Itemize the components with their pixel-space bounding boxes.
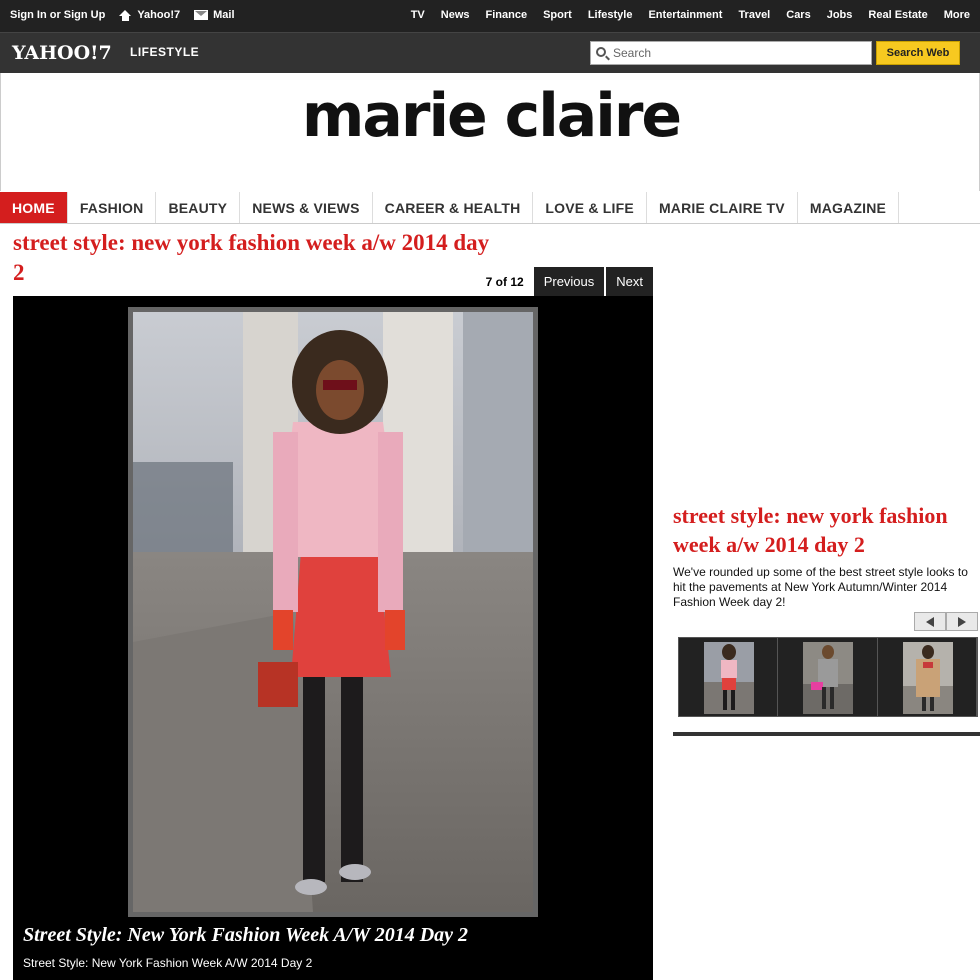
thumbnail[interactable] (778, 638, 878, 716)
caption-subtitle: Street Style: New York Fashion Week A/W … (23, 956, 313, 970)
search-icon (596, 47, 606, 57)
mail-link[interactable]: Mail (194, 9, 235, 21)
thumbnail[interactable] (679, 638, 779, 716)
nav-magazine[interactable]: MAGAZINE (798, 192, 900, 223)
sidebar-gallery-title[interactable]: street style: new york fashion week a/w … (673, 501, 978, 559)
sign-in-link[interactable]: Sign In or Sign Up (10, 9, 105, 21)
thumb-carousel-controls (914, 612, 978, 631)
gallery-title: street style: new york fashion week a/w … (13, 230, 490, 285)
site-logo[interactable]: marie claire (1, 81, 980, 151)
topnav-cars[interactable]: Cars (786, 9, 810, 21)
search-field[interactable] (590, 41, 872, 65)
topnav-more[interactable]: More (944, 9, 970, 21)
main-nav: HOME FASHION BEAUTY NEWS & VIEWS CAREER … (0, 192, 980, 224)
topnav-real-estate[interactable]: Real Estate (868, 9, 927, 21)
sidebar-divider (673, 732, 980, 736)
street-style-photo (133, 312, 533, 912)
nav-news-views[interactable]: NEWS & VIEWS (240, 192, 373, 223)
thumbnail-image (704, 642, 754, 714)
slide-counter: 7 of 12 (485, 274, 524, 289)
yahoo-header: YAHOO!7 LIFESTYLE Search Web (0, 32, 980, 73)
search-web-button[interactable]: Search Web (876, 41, 960, 65)
nav-love-life[interactable]: LOVE & LIFE (533, 192, 647, 223)
caption-title: Street Style: New York Fashion Week A/W … (23, 924, 469, 946)
nav-career-health[interactable]: CAREER & HEALTH (373, 192, 534, 223)
nav-beauty[interactable]: BEAUTY (156, 192, 241, 223)
topnav-tv[interactable]: TV (411, 9, 425, 21)
search-input[interactable] (613, 46, 871, 60)
mail-icon (194, 10, 209, 20)
yahoo7-logo[interactable]: YAHOO!7 (12, 42, 112, 64)
topnav-entertainment[interactable]: Entertainment (648, 9, 722, 21)
home-icon (119, 9, 132, 21)
gallery-pager: 7 of 12 Previous Next (486, 267, 653, 296)
arrow-right-icon[interactable] (946, 612, 978, 631)
masthead: marie claire (0, 73, 980, 191)
topnav-travel[interactable]: Travel (738, 9, 770, 21)
mail-label: Mail (213, 9, 235, 21)
thumbnail-image (803, 642, 854, 714)
gallery-viewer: Street Style: New York Fashion Week A/W … (13, 296, 653, 980)
yahoo7-home-link[interactable]: Yahoo!7 (119, 9, 180, 21)
top-bar: Sign In or Sign Up Yahoo!7 Mail TV News … (0, 0, 980, 32)
thumbnail-image (902, 642, 953, 714)
photo-frame (128, 307, 538, 917)
thumbnail[interactable] (878, 638, 977, 716)
nav-home[interactable]: HOME (0, 192, 68, 223)
gallery-photo[interactable] (133, 312, 533, 912)
sidebar-description: We've rounded up some of the best street… (673, 565, 968, 609)
thumbnail-strip (678, 637, 978, 717)
topnav-finance[interactable]: Finance (486, 9, 528, 21)
nav-fashion[interactable]: FASHION (68, 192, 157, 223)
topnav-lifestyle[interactable]: Lifestyle (588, 9, 633, 21)
topnav-sport[interactable]: Sport (543, 9, 572, 21)
section-label[interactable]: LIFESTYLE (130, 45, 199, 59)
topnav-news[interactable]: News (441, 9, 470, 21)
arrow-left-icon[interactable] (914, 612, 946, 631)
topnav-jobs[interactable]: Jobs (827, 9, 853, 21)
nav-marie-claire-tv[interactable]: MARIE CLAIRE TV (647, 192, 798, 223)
yahoo7-label: Yahoo!7 (137, 9, 181, 21)
next-button[interactable]: Next (606, 267, 653, 296)
previous-button[interactable]: Previous (533, 267, 605, 296)
